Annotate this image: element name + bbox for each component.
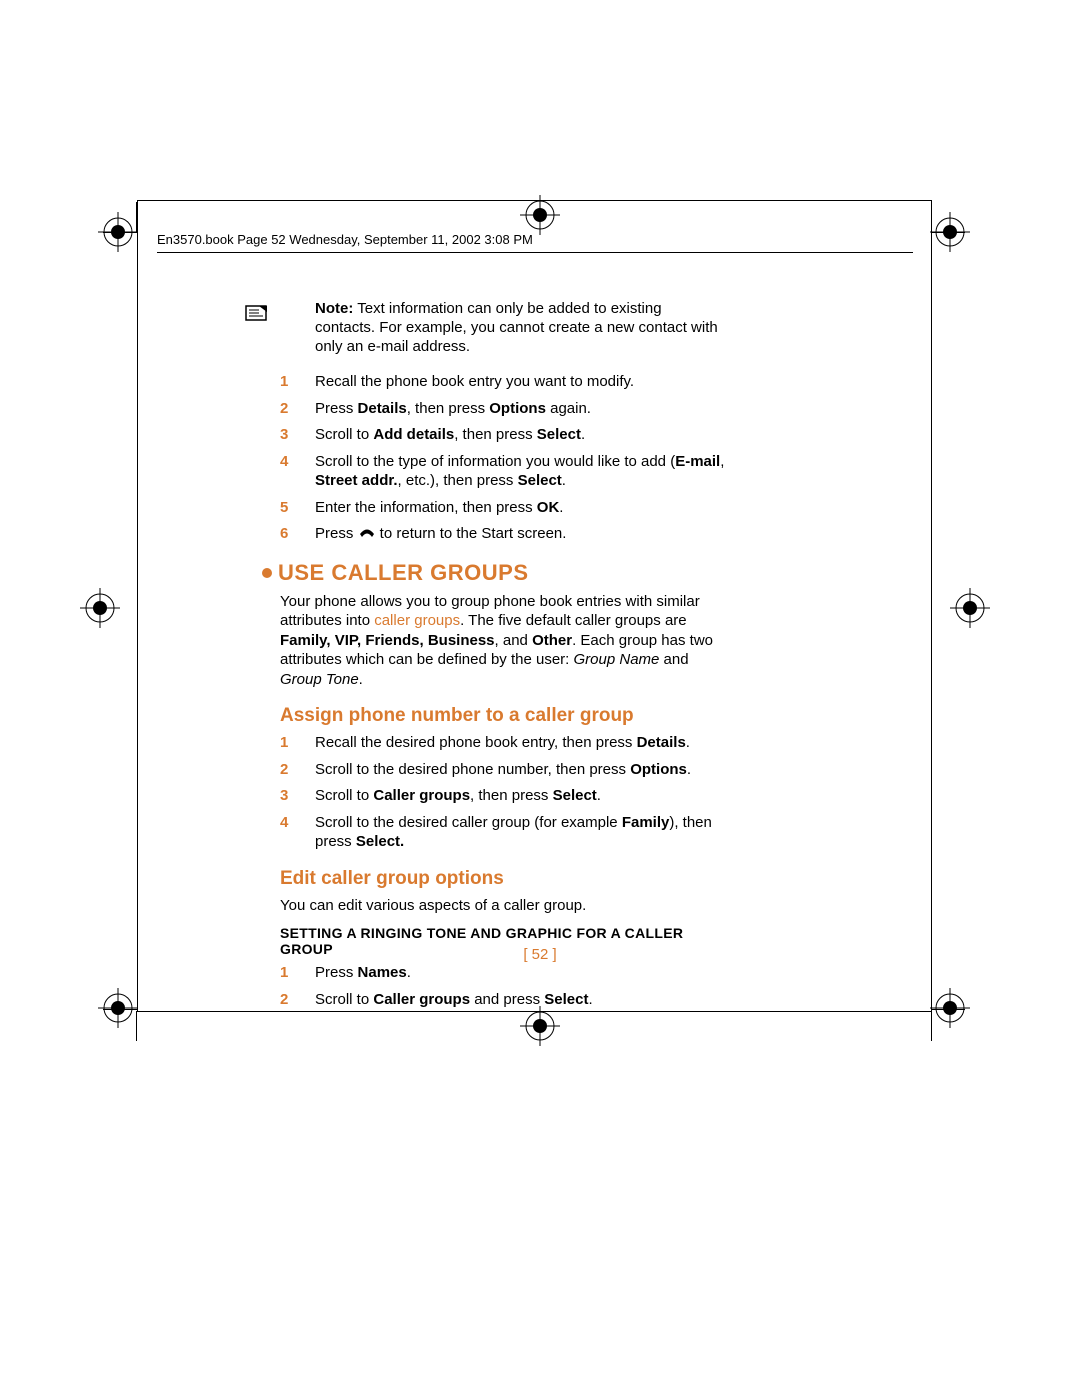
note-label: Note: — [315, 300, 353, 317]
step-item: 2Scroll to Caller groups and press Selec… — [280, 990, 725, 1010]
note-text: Text information can only be added to ex… — [315, 300, 718, 355]
registration-mark-icon — [98, 988, 138, 1028]
intro-paragraph: Your phone allows you to group phone boo… — [280, 592, 725, 690]
step-item: 2Press Details, then press Options again… — [280, 399, 725, 419]
heading-assign-number: Assign phone number to a caller group — [280, 705, 725, 727]
note-block: Note: Text information can only be added… — [280, 300, 725, 356]
step-item: 3Scroll to Caller groups, then press Sel… — [280, 786, 725, 806]
step-item: 1Press Names. — [280, 963, 725, 983]
header-rule — [157, 252, 913, 253]
step-item: 5Enter the information, then press OK. — [280, 498, 725, 518]
step-item: 1Recall the phone book entry you want to… — [280, 372, 725, 392]
bullet-icon — [262, 568, 272, 578]
page-content: Note: Text information can only be added… — [280, 300, 725, 1025]
step-item: 4Scroll to the desired caller group (for… — [280, 813, 725, 852]
step-item: 4Scroll to the type of information you w… — [280, 452, 725, 491]
step-item: 1Recall the desired phone book entry, th… — [280, 733, 725, 753]
note-icon — [245, 304, 269, 324]
registration-mark-icon — [80, 588, 120, 628]
step-item: 2Scroll to the desired phone number, the… — [280, 760, 725, 780]
registration-mark-icon — [930, 988, 970, 1028]
registration-mark-icon — [950, 588, 990, 628]
registration-mark-icon — [98, 212, 138, 252]
assign-steps: 1Recall the desired phone book entry, th… — [280, 733, 725, 852]
step-item: 3Scroll to Add details, then press Selec… — [280, 425, 725, 445]
page-number: [ 52 ] — [0, 946, 1080, 963]
edit-steps: 1Press Names. 2Scroll to Caller groups a… — [280, 963, 725, 1009]
edit-intro: You can edit various aspects of a caller… — [280, 896, 725, 916]
page-header: En3570.book Page 52 Wednesday, September… — [157, 232, 533, 247]
end-call-icon — [358, 526, 376, 540]
registration-mark-icon — [930, 212, 970, 252]
heading-use-caller-groups: USE CALLER GROUPS — [262, 560, 725, 586]
top-steps: 1Recall the phone book entry you want to… — [280, 372, 725, 544]
step-item: 6Press to return to the Start screen. — [280, 524, 725, 544]
heading-edit-options: Edit caller group options — [280, 868, 725, 890]
